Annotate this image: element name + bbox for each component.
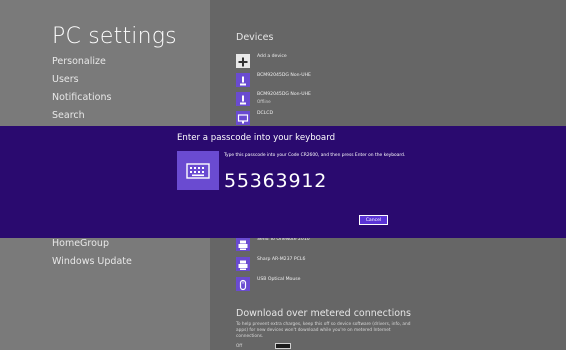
printer-icon [236, 237, 250, 251]
device-status: Offline [257, 99, 271, 104]
device-item[interactable]: Sharp AR-M237 PCL6 [236, 256, 536, 274]
device-name: BCM92045DG Non-UHE [257, 73, 311, 78]
metered-connections-description: To help prevent extra charges, keep this… [236, 322, 411, 339]
nav-item-search[interactable]: Search [52, 110, 85, 121]
device-item[interactable]: BCM92045DG Non-UHE [236, 72, 536, 90]
keyboard-icon [186, 163, 210, 179]
metered-connections-title: Download over metered connections [236, 308, 411, 319]
mouse-icon [236, 277, 250, 291]
dialog-title: Enter a passcode into your keyboard [177, 133, 336, 143]
add-device-button[interactable]: Add a device [236, 53, 536, 71]
dialog-instructions: Type this passcode into your Code CR2600… [224, 153, 406, 158]
devices-title: Devices [236, 32, 274, 43]
nav-item-windows-update[interactable]: Windows Update [52, 256, 132, 267]
device-name: Sharp AR-M237 PCL6 [257, 257, 306, 262]
device-item[interactable]: BCM92045DG Non-UHE Offline [236, 91, 536, 109]
device-name: DCLCD [257, 111, 274, 116]
pc-settings-screen: PC settings Personalize Users Notificati… [0, 0, 566, 350]
device-name: BCM92045DG Non-UHE [257, 92, 311, 97]
printer-icon [236, 257, 250, 271]
keyboard-tile [177, 151, 219, 190]
cancel-button[interactable]: Cancel [359, 215, 388, 225]
nav-item-personalize[interactable]: Personalize [52, 56, 106, 67]
bluetooth-device-icon [236, 92, 250, 106]
nav-item-users[interactable]: Users [52, 74, 79, 85]
metered-toggle[interactable] [275, 343, 291, 349]
plus-icon [236, 54, 250, 68]
nav-item-homegroup[interactable]: HomeGroup [52, 238, 109, 249]
page-title: PC settings [52, 24, 177, 49]
device-item[interactable]: USB Optical Mouse [236, 276, 536, 294]
nav-item-notifications[interactable]: Notifications [52, 92, 111, 103]
monitor-icon [236, 111, 250, 125]
passcode-value: 55363912 [224, 170, 328, 192]
bluetooth-device-icon [236, 73, 250, 87]
device-item[interactable]: Send To OneNote 2010 [236, 236, 536, 254]
metered-toggle-label: Off [236, 343, 243, 348]
add-device-label: Add a device [257, 54, 287, 59]
device-name: USB Optical Mouse [257, 277, 301, 282]
